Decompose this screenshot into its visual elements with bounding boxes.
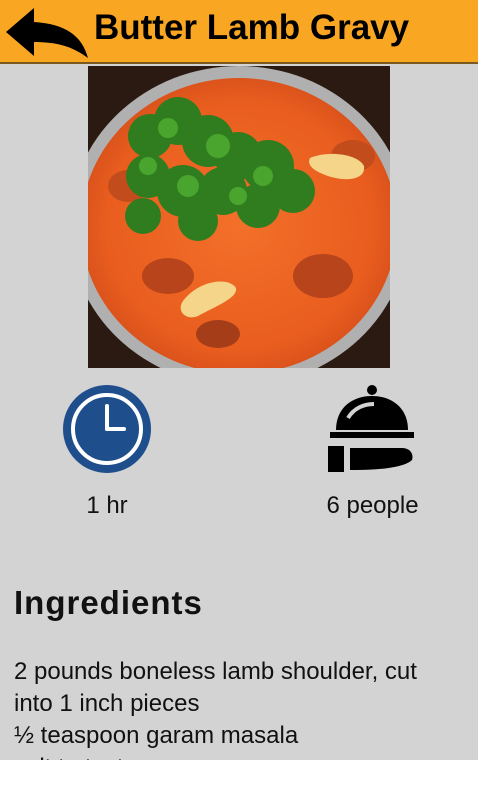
- app-header: Butter Lamb Gravy: [0, 0, 478, 64]
- ingredients-list: 2 pounds boneless lamb shoulder, cut int…: [14, 656, 474, 760]
- ingredients-heading: Ingredients: [14, 584, 203, 621]
- list-item: ½ teaspoon garam masala: [14, 722, 299, 749]
- back-button[interactable]: [4, 6, 92, 60]
- list-item: into 1 inch pieces: [14, 690, 200, 717]
- serving-cloche-icon: [328, 385, 414, 472]
- page-title: Butter Lamb Gravy: [94, 8, 410, 47]
- cook-time-label: 1 hr: [86, 492, 128, 519]
- recipe-content: 1 hr 6 people Ingredients 2 pounds bonel…: [0, 64, 478, 760]
- dish-image: [88, 66, 390, 368]
- clock-icon: [63, 385, 151, 473]
- list-item: salt to taste: [14, 752, 474, 760]
- bottom-area: [0, 760, 478, 800]
- list-item: 2 pounds boneless lamb shoulder, cut: [14, 658, 417, 685]
- servings-label: 6 people: [326, 492, 419, 519]
- back-arrow-icon: [6, 8, 88, 58]
